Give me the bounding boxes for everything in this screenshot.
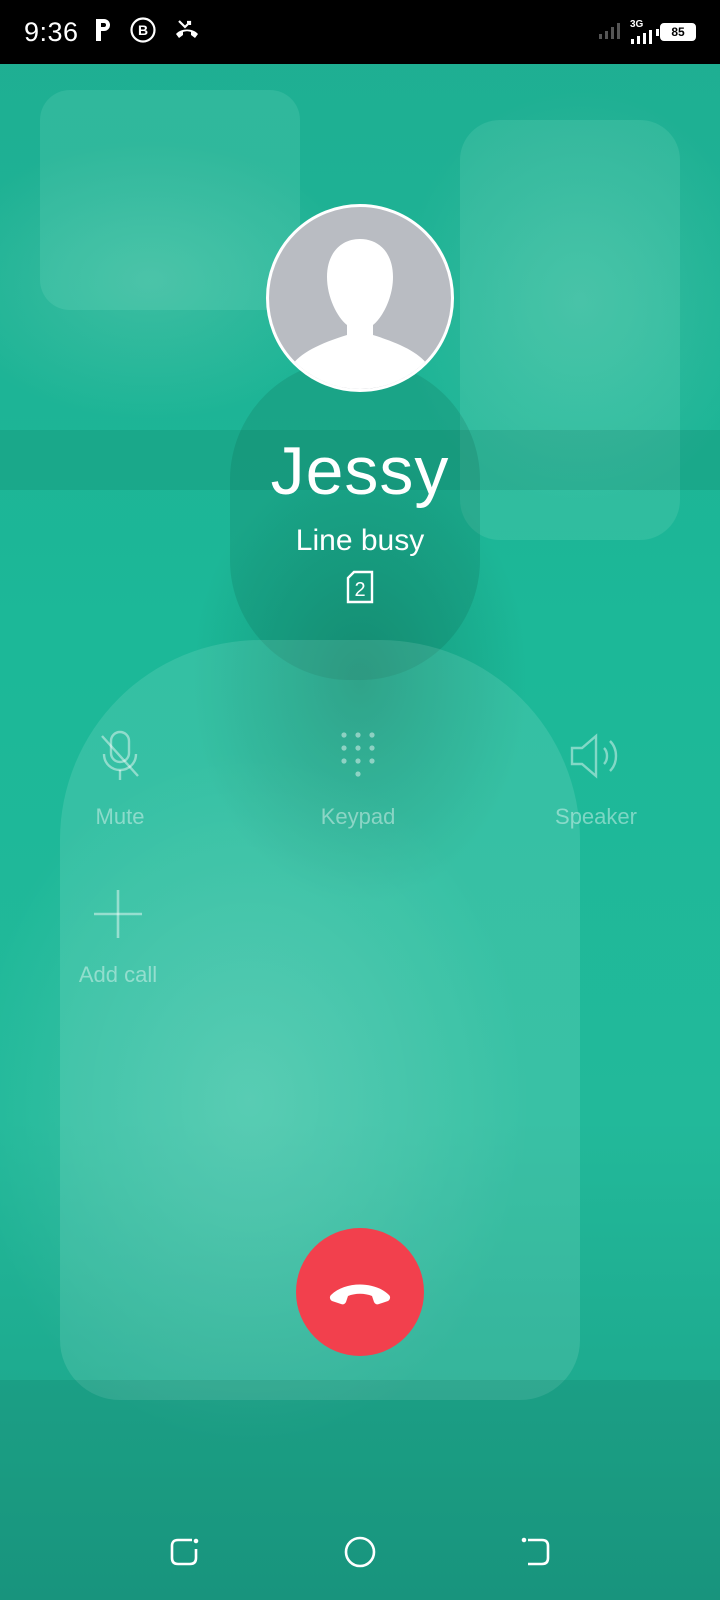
notification-icons: B bbox=[93, 16, 201, 49]
recent-apps-button[interactable] bbox=[164, 1532, 204, 1572]
back-icon bbox=[521, 1537, 550, 1566]
dialpad-icon bbox=[328, 726, 388, 786]
hang-up-icon bbox=[329, 1284, 391, 1305]
navigation-bar bbox=[0, 1510, 720, 1590]
battery-icon: 85 bbox=[656, 23, 696, 41]
keypad-button[interactable]: Keypad bbox=[258, 726, 458, 830]
battery-level: 85 bbox=[671, 25, 685, 39]
keypad-label: Keypad bbox=[320, 804, 396, 829]
svg-text:B: B bbox=[138, 22, 148, 38]
status-time: 9:36 bbox=[24, 16, 79, 47]
speaker-label: Speaker bbox=[555, 804, 637, 829]
mute-button[interactable]: Mute bbox=[20, 726, 220, 830]
speaker-icon bbox=[566, 726, 626, 786]
system-icons: 3G 85 bbox=[598, 19, 696, 46]
signal-icon-sim2: 3G bbox=[630, 20, 654, 44]
contact-avatar bbox=[266, 204, 454, 392]
home-button[interactable] bbox=[340, 1532, 380, 1572]
back-button[interactable] bbox=[516, 1532, 556, 1572]
end-call-button[interactable] bbox=[296, 1228, 424, 1356]
speaker-button[interactable]: Speaker bbox=[496, 726, 696, 830]
sim-number: 2 bbox=[354, 579, 365, 601]
add-call-button[interactable]: Add call bbox=[18, 884, 218, 988]
home-icon bbox=[344, 1536, 376, 1568]
mic-off-icon bbox=[90, 726, 150, 786]
add-call-label: Add call bbox=[78, 962, 158, 987]
person-icon bbox=[291, 239, 429, 389]
plus-icon bbox=[88, 884, 148, 944]
contact-name: Jessy bbox=[270, 433, 450, 509]
p-icon bbox=[93, 17, 113, 48]
sim-card-icon: 2 bbox=[346, 570, 374, 604]
mute-label: Mute bbox=[95, 804, 145, 829]
call-status: Line busy bbox=[295, 524, 425, 557]
missed-call-icon bbox=[173, 16, 201, 49]
network-type: 3G bbox=[630, 19, 644, 30]
b-icon: B bbox=[129, 16, 157, 49]
status-bar: 9:36 B 3G 85 bbox=[0, 0, 720, 64]
recents-icon bbox=[170, 1538, 199, 1566]
signal-icon-sim1 bbox=[598, 19, 624, 46]
